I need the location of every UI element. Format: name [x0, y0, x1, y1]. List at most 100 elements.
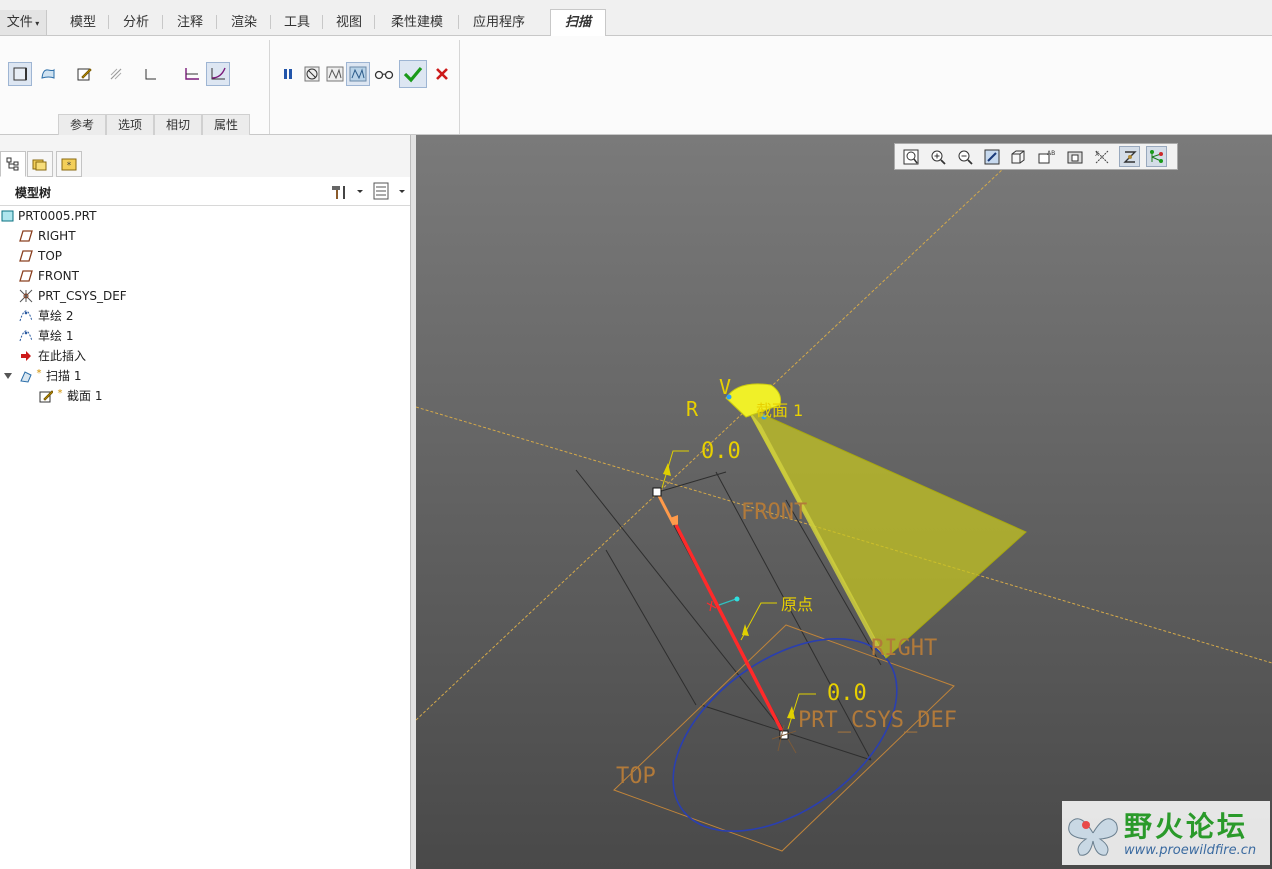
references-label: 参考: [69, 118, 94, 132]
no-preview-button[interactable]: [300, 62, 324, 86]
tab-applications[interactable]: 应用程序: [459, 10, 539, 35]
section-icon: [39, 390, 53, 403]
tab-model-tree[interactable]: [0, 151, 26, 177]
trajectory-start-value[interactable]: 0.0: [701, 439, 741, 464]
tangency-panel-tab[interactable]: 相切: [154, 114, 202, 136]
leader-arrow-icon: [663, 463, 671, 476]
watermark-url: www.proewildfire.cn: [1124, 843, 1257, 858]
tab-label: 扫描: [564, 15, 591, 30]
ribbon-tab-bar: 文件 ▾ 模型 分析 注释 渲染 工具 视图 柔性建模 应用程序 扫描: [0, 0, 1272, 37]
trajectory-start-arrow: [655, 491, 676, 526]
annotation-display-button[interactable]: [1146, 146, 1167, 167]
tree-settings-button[interactable]: [330, 182, 364, 200]
repaint-button[interactable]: [981, 146, 1002, 167]
tangency-label: 相切: [165, 118, 190, 132]
spin-center-icon: [1122, 150, 1137, 163]
cancel-button[interactable]: [430, 62, 454, 86]
tab-label: 渲染: [230, 15, 257, 30]
sketch-section-button[interactable]: [72, 62, 96, 86]
list-columns-icon: [373, 182, 405, 200]
tab-label: 注释: [176, 15, 203, 30]
tree-show-button[interactable]: [372, 181, 408, 201]
spin-center-button[interactable]: [1119, 146, 1140, 167]
trajectory-line[interactable]: [674, 524, 786, 736]
graphics-window[interactable]: 0.0 原点 0.0 FRONT RIGHT TOP PRT_CSYS_DEF …: [416, 135, 1272, 869]
thicken-icon: [145, 69, 156, 80]
display-style-button[interactable]: [1008, 146, 1029, 167]
tab-tools[interactable]: 工具: [271, 10, 323, 35]
tab-analysis[interactable]: 分析: [109, 10, 163, 35]
file-menu-label: 文件: [6, 15, 33, 30]
section-label: 截面 1: [756, 401, 803, 420]
confirm-button[interactable]: [399, 60, 427, 88]
thicken-sketch-button[interactable]: [138, 62, 162, 86]
right-plane-label: RIGHT: [871, 636, 937, 661]
view-toolbar: AB X: [894, 143, 1178, 170]
zoom-in-button[interactable]: [927, 146, 948, 167]
trajectory-start-handle[interactable]: [652, 487, 662, 497]
view-manager-button[interactable]: [1064, 146, 1085, 167]
csys-label: PRT_CSYS_DEF: [798, 708, 957, 733]
tab-sweep[interactable]: 扫描: [550, 9, 606, 37]
saved-orientations-button[interactable]: AB: [1035, 146, 1056, 167]
tab-annotate[interactable]: 注释: [163, 10, 217, 35]
remove-material-button[interactable]: [104, 62, 128, 86]
model-tree-title: 模型树: [15, 186, 52, 200]
options-panel-tab[interactable]: 选项: [106, 114, 154, 136]
tree-item-label: FRONT: [38, 269, 79, 283]
model-tree-icon: [6, 157, 19, 171]
refit-button[interactable]: [900, 146, 921, 167]
favorites-folder-icon: *: [61, 158, 77, 171]
svg-text:*: *: [67, 161, 72, 171]
origin-value[interactable]: 0.0: [827, 681, 867, 706]
tab-model[interactable]: 模型: [57, 10, 109, 35]
tree-item-label: 草绘 1: [38, 329, 74, 343]
sweep-ribbon: 参考 选项 相切 属性: [0, 36, 1272, 136]
tab-render[interactable]: 渲染: [217, 10, 271, 35]
datum-plane-icon: [19, 270, 33, 282]
datum-display-filters-button[interactable]: X: [1092, 146, 1113, 167]
variable-section-button[interactable]: [206, 62, 230, 86]
properties-panel-tab[interactable]: 属性: [202, 114, 250, 136]
navigator-panel: * 模型树 PRT0005.PRT RIGHT TOP FRONT PRT_CS…: [0, 135, 411, 869]
tab-favorites[interactable]: *: [56, 151, 82, 177]
sweep-preview-face: [744, 405, 1027, 659]
front-plane-label: FRONT: [741, 500, 807, 525]
verify-mode-button[interactable]: [372, 62, 396, 86]
new-feature-star-icon: *: [58, 388, 63, 397]
tree-item-label: TOP: [38, 249, 63, 263]
tab-folder-browser[interactable]: [27, 151, 53, 177]
watermark-brand: 野火论坛: [1124, 810, 1249, 843]
csys-icon: [19, 289, 33, 303]
preview-geometry-button[interactable]: [323, 62, 347, 86]
glasses-icon: [374, 70, 394, 80]
svg-text:*: *: [58, 388, 63, 397]
file-menu-tab[interactable]: 文件 ▾: [0, 10, 47, 35]
sketch-pencil-icon: [77, 68, 92, 81]
tree-item-label: RIGHT: [38, 229, 76, 243]
surface-icon: [41, 68, 55, 79]
sketch-icon: [19, 310, 33, 322]
butterfly-logo-icon: [1068, 818, 1118, 856]
surface-sweep-button[interactable]: [36, 62, 60, 86]
repaint-icon: [984, 149, 999, 164]
expand-arrow-icon[interactable]: [3, 371, 13, 381]
model-viewport[interactable]: 0.0 原点 0.0 FRONT RIGHT TOP PRT_CSYS_DEF …: [416, 135, 1272, 869]
pause-button[interactable]: [276, 62, 300, 86]
references-panel-tab[interactable]: 参考: [58, 114, 106, 136]
tab-view[interactable]: 视图: [323, 10, 375, 35]
datum-filter-icon: X: [1095, 150, 1108, 163]
svg-text:AB: AB: [1047, 150, 1055, 157]
sketch-icon: [19, 330, 33, 342]
tab-flexible-modeling[interactable]: 柔性建模: [375, 10, 459, 35]
solid-sweep-button[interactable]: [8, 62, 32, 86]
preview-feature-button[interactable]: [346, 62, 370, 86]
checkmark-icon: [403, 66, 423, 83]
zoom-out-icon: [958, 150, 973, 165]
zoom-out-button[interactable]: [954, 146, 975, 167]
constant-section-button[interactable]: [180, 62, 204, 86]
datum-plane-icon: [19, 250, 33, 262]
tree-item-label: PRT0005.PRT: [18, 209, 97, 223]
section-label-v: V: [719, 375, 731, 399]
constant-section-icon: [185, 68, 199, 80]
